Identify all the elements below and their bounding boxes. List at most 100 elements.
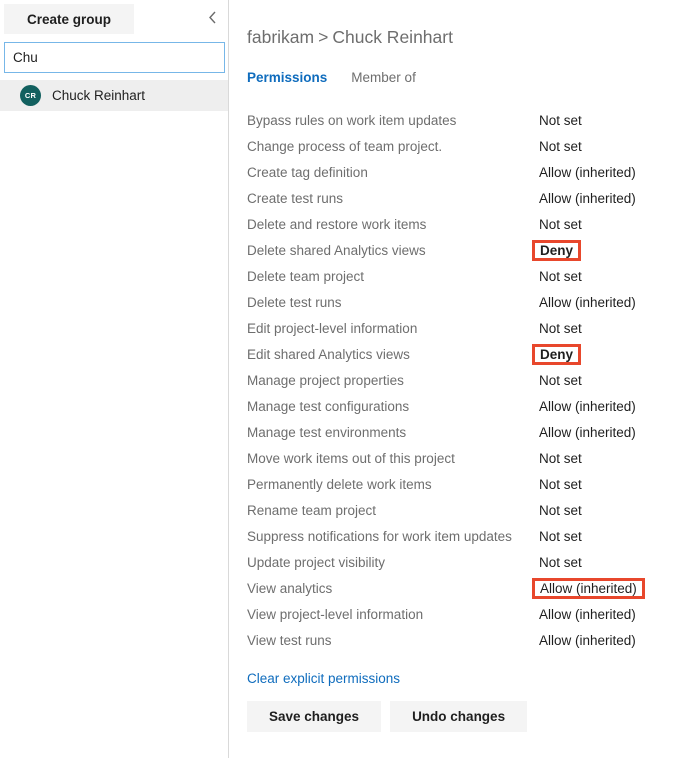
table-row: Delete team project Not set: [247, 263, 677, 289]
table-row: Manage test environments Allow (inherited…: [247, 419, 677, 445]
table-row: Edit project-level information Not set: [247, 315, 677, 341]
permission-name: Update project visibility: [247, 554, 386, 570]
table-row: Edit shared Analytics views Deny: [247, 341, 677, 367]
permission-value-cell: Allow (inherited): [537, 185, 677, 211]
permission-value-cell: Not set: [537, 263, 677, 289]
permission-value[interactable]: Allow (inherited): [537, 294, 638, 311]
permission-value-cell: Not set: [537, 471, 677, 497]
table-row: View test runs Allow (inherited): [247, 627, 677, 653]
breadcrumb-root[interactable]: fabrikam: [247, 27, 314, 47]
permissions-footer: Clear explicit permissions Save changes …: [247, 671, 700, 732]
save-changes-button[interactable]: Save changes: [247, 701, 382, 732]
permission-value[interactable]: Not set: [537, 476, 584, 493]
search-input[interactable]: [4, 42, 225, 73]
permission-value-cell: Not set: [537, 315, 677, 341]
permission-name: Edit shared Analytics views: [247, 346, 410, 362]
permission-value[interactable]: Not set: [537, 554, 584, 571]
permission-name: Suppress notifications for work item upd…: [247, 528, 512, 544]
permission-name: Manage project properties: [247, 372, 404, 388]
permission-name: View project-level information: [247, 606, 424, 622]
permission-name: Delete team project: [247, 268, 365, 284]
permission-name: Permanently delete work items: [247, 476, 432, 492]
sidebar-search-area: [0, 38, 228, 73]
list-item-label: Chuck Reinhart: [52, 88, 146, 103]
permission-name: Delete and restore work items: [247, 216, 427, 232]
permission-value[interactable]: Allow (inherited): [537, 606, 638, 623]
permission-name: Create tag definition: [247, 164, 368, 180]
breadcrumb-separator: >: [318, 27, 329, 47]
permission-value-cell: Deny: [532, 237, 677, 263]
sidebar-toolbar: Create group: [0, 0, 228, 38]
permission-value-cell: Allow (inherited): [537, 627, 677, 653]
avatar: CR: [20, 85, 41, 106]
table-row: View analytics Allow (inherited): [247, 575, 677, 601]
permission-name: Edit project-level information: [247, 320, 418, 336]
table-row: Bypass rules on work item updates Not set: [247, 107, 677, 133]
main-content: fabrikam > Chuck Reinhart Permissions Memb…: [229, 0, 700, 758]
search-results-list: CR Chuck Reinhart: [0, 80, 228, 111]
permission-value[interactable]: Allow (inherited): [537, 164, 638, 181]
permission-value[interactable]: Allow (inherited): [537, 190, 638, 207]
table-row: Update project visibility Not set: [247, 549, 677, 575]
permission-value-cell: Allow (inherited): [537, 393, 677, 419]
permission-value[interactable]: Not set: [537, 450, 584, 467]
permission-value[interactable]: Not set: [537, 320, 584, 337]
table-row: Suppress notifications for work item upd…: [247, 523, 677, 549]
chevron-left-icon[interactable]: [202, 7, 222, 27]
permission-value-highlighted[interactable]: Allow (inherited): [532, 577, 645, 599]
undo-changes-button[interactable]: Undo changes: [390, 701, 528, 732]
table-row: Delete and restore work items Not set: [247, 211, 677, 237]
permission-value-cell: Allow (inherited): [532, 575, 677, 601]
clear-explicit-permissions-link[interactable]: Clear explicit permissions: [247, 671, 400, 686]
permission-value-cell: Not set: [537, 367, 677, 393]
permission-value-cell: Allow (inherited): [537, 289, 677, 315]
permission-value-cell: Allow (inherited): [537, 159, 677, 185]
permission-value-highlighted[interactable]: Deny: [532, 343, 582, 365]
tab-member-of[interactable]: Member of: [351, 70, 416, 85]
table-row: Create test runs Allow (inherited): [247, 185, 677, 211]
list-item[interactable]: CR Chuck Reinhart: [0, 80, 228, 111]
permission-value[interactable]: Allow (inherited): [537, 398, 638, 415]
table-row: Manage test configurations Allow (inherit…: [247, 393, 677, 419]
permission-value-cell: Not set: [537, 107, 677, 133]
permission-value[interactable]: Allow (inherited): [537, 424, 638, 441]
table-row: Delete test runs Allow (inherited): [247, 289, 677, 315]
permission-value[interactable]: Not set: [537, 502, 584, 519]
chevron-left-glyph: [208, 11, 216, 23]
tab-permissions[interactable]: Permissions: [247, 70, 327, 85]
table-row: Change process of team project. Not set: [247, 133, 677, 159]
create-group-button[interactable]: Create group: [4, 4, 134, 34]
breadcrumb: fabrikam > Chuck Reinhart: [247, 27, 700, 48]
permissions-table: Bypass rules on work item updates Not set…: [247, 107, 677, 653]
permission-value[interactable]: Allow (inherited): [537, 632, 638, 649]
permission-value[interactable]: Not set: [537, 268, 584, 285]
permission-name: Delete shared Analytics views: [247, 242, 426, 258]
permission-value[interactable]: Not set: [537, 112, 584, 129]
permission-name: Rename team project: [247, 502, 377, 518]
permission-value[interactable]: Not set: [537, 528, 584, 545]
permission-name: Manage test configurations: [247, 398, 410, 414]
page-title: Chuck Reinhart: [332, 27, 453, 47]
permissions-page: Create group CR Chuck Reinhart fabrikam>…: [0, 0, 700, 758]
permission-value[interactable]: Not set: [537, 216, 584, 233]
permission-name: Manage test environments: [247, 424, 407, 440]
tab-bar: Permissions Member of: [247, 70, 700, 85]
table-row: Create tag definition Allow (inherited): [247, 159, 677, 185]
permission-name: Move work items out of this project: [247, 450, 455, 466]
permission-value[interactable]: Not set: [537, 372, 584, 389]
table-row: Move work items out of this project Not s…: [247, 445, 677, 471]
table-row: Delete shared Analytics views Deny: [247, 237, 677, 263]
permission-value-cell: Allow (inherited): [537, 601, 677, 627]
permission-value-cell: Not set: [537, 445, 677, 471]
action-button-row: Save changes Undo changes: [247, 701, 700, 732]
permission-value-highlighted[interactable]: Deny: [532, 239, 582, 261]
permission-value[interactable]: Not set: [537, 138, 584, 155]
permission-name: View test runs: [247, 632, 332, 648]
permission-value-cell: Not set: [537, 549, 677, 575]
table-row: Manage project properties Not set: [247, 367, 677, 393]
identity-sidebar: Create group CR Chuck Reinhart: [0, 0, 229, 758]
table-row: Permanently delete work items Not set: [247, 471, 677, 497]
permission-name: Delete test runs: [247, 294, 342, 310]
permission-name: Bypass rules on work item updates: [247, 112, 457, 128]
permission-value-cell: Not set: [537, 497, 677, 523]
